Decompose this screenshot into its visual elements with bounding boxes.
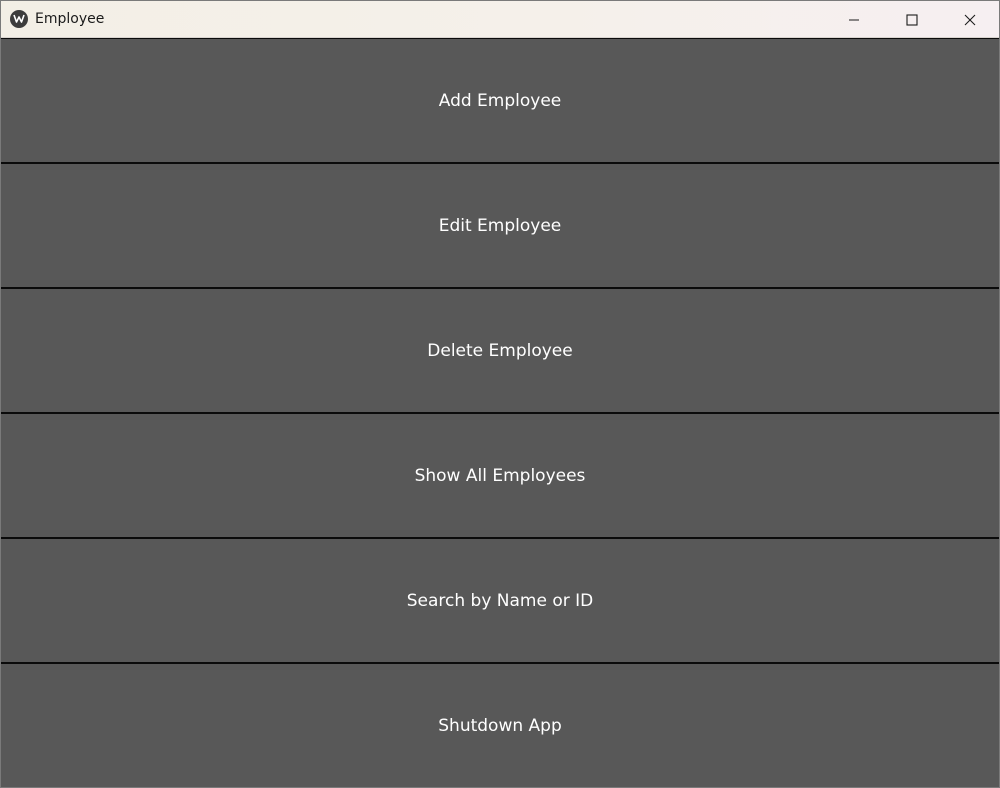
minimize-button[interactable] [825, 1, 883, 38]
window-title: Employee [35, 11, 105, 27]
show-all-employees-button[interactable]: Show All Employees [1, 414, 999, 537]
app-window: Employee Add Employee Edit Employee Dele… [0, 0, 1000, 788]
maximize-button[interactable] [883, 1, 941, 38]
maximize-icon [906, 13, 918, 26]
delete-employee-button[interactable]: Delete Employee [1, 289, 999, 412]
title-bar[interactable]: Employee [1, 1, 999, 38]
shutdown-app-button[interactable]: Shutdown App [1, 664, 999, 787]
window-controls [825, 1, 999, 38]
main-menu: Add Employee Edit Employee Delete Employ… [1, 38, 999, 787]
close-button[interactable] [941, 1, 999, 38]
add-employee-button[interactable]: Add Employee [1, 39, 999, 162]
close-icon [964, 14, 976, 25]
search-button[interactable]: Search by Name or ID [1, 539, 999, 662]
minimize-icon [849, 19, 859, 20]
app-logo-icon [10, 10, 28, 28]
edit-employee-button[interactable]: Edit Employee [1, 164, 999, 287]
